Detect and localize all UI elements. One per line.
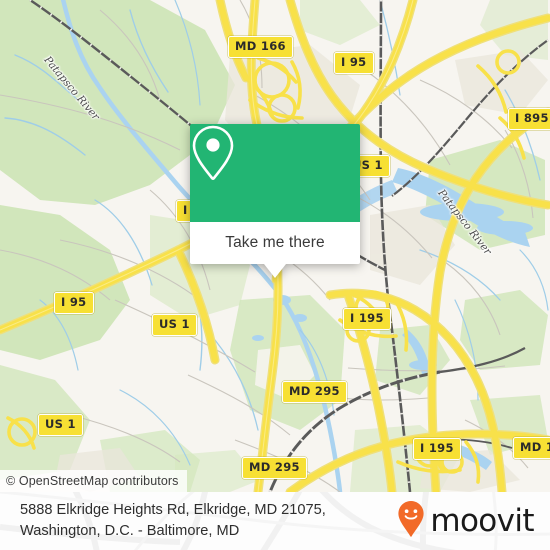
popup-image-area — [190, 124, 360, 222]
highway-shield: I 95 — [334, 52, 374, 74]
highway-shield: MD 166 — [228, 36, 293, 58]
highway-shield: US 1 — [152, 314, 197, 336]
highway-shield: I 95 — [54, 292, 94, 314]
location-popup-card[interactable]: Take me there — [190, 124, 360, 278]
address-line-1: 5888 Elkridge Heights Rd, Elkridge, MD 2… — [20, 501, 326, 518]
highway-shield: I 195 — [413, 438, 461, 460]
map-canvas[interactable]: MD 166 I 95 I 895 US 1 I 95 I 95 US 1 I … — [0, 0, 550, 492]
moovit-wordmark: moovit — [430, 502, 534, 539]
moovit-logo[interactable]: moovit — [397, 500, 535, 543]
screenshot-root: MD 166 I 95 I 895 US 1 I 95 I 95 US 1 I … — [0, 0, 550, 550]
address-line-2: Washington, D.C. - Baltimore, MD — [20, 523, 240, 539]
highway-shield: MD 170 — [513, 437, 550, 459]
take-me-there-label: Take me there — [225, 234, 325, 251]
highway-shield: MD 295 — [282, 381, 347, 403]
moovit-smiley-pin-icon — [397, 500, 425, 543]
highway-shield: US 1 — [38, 414, 83, 436]
footer-bar: 5888 Elkridge Heights Rd, Elkridge, MD 2… — [0, 492, 550, 550]
take-me-there-button[interactable]: Take me there — [190, 222, 360, 264]
highway-shield: I 895 — [508, 108, 550, 130]
highway-shield: MD 295 — [242, 457, 307, 479]
address-text: 5888 Elkridge Heights Rd, Elkridge, MD 2… — [20, 500, 326, 542]
highway-shield: I 195 — [343, 308, 391, 330]
popup-tail — [264, 264, 286, 278]
osm-attribution[interactable]: © OpenStreetMap contributors — [0, 470, 187, 492]
